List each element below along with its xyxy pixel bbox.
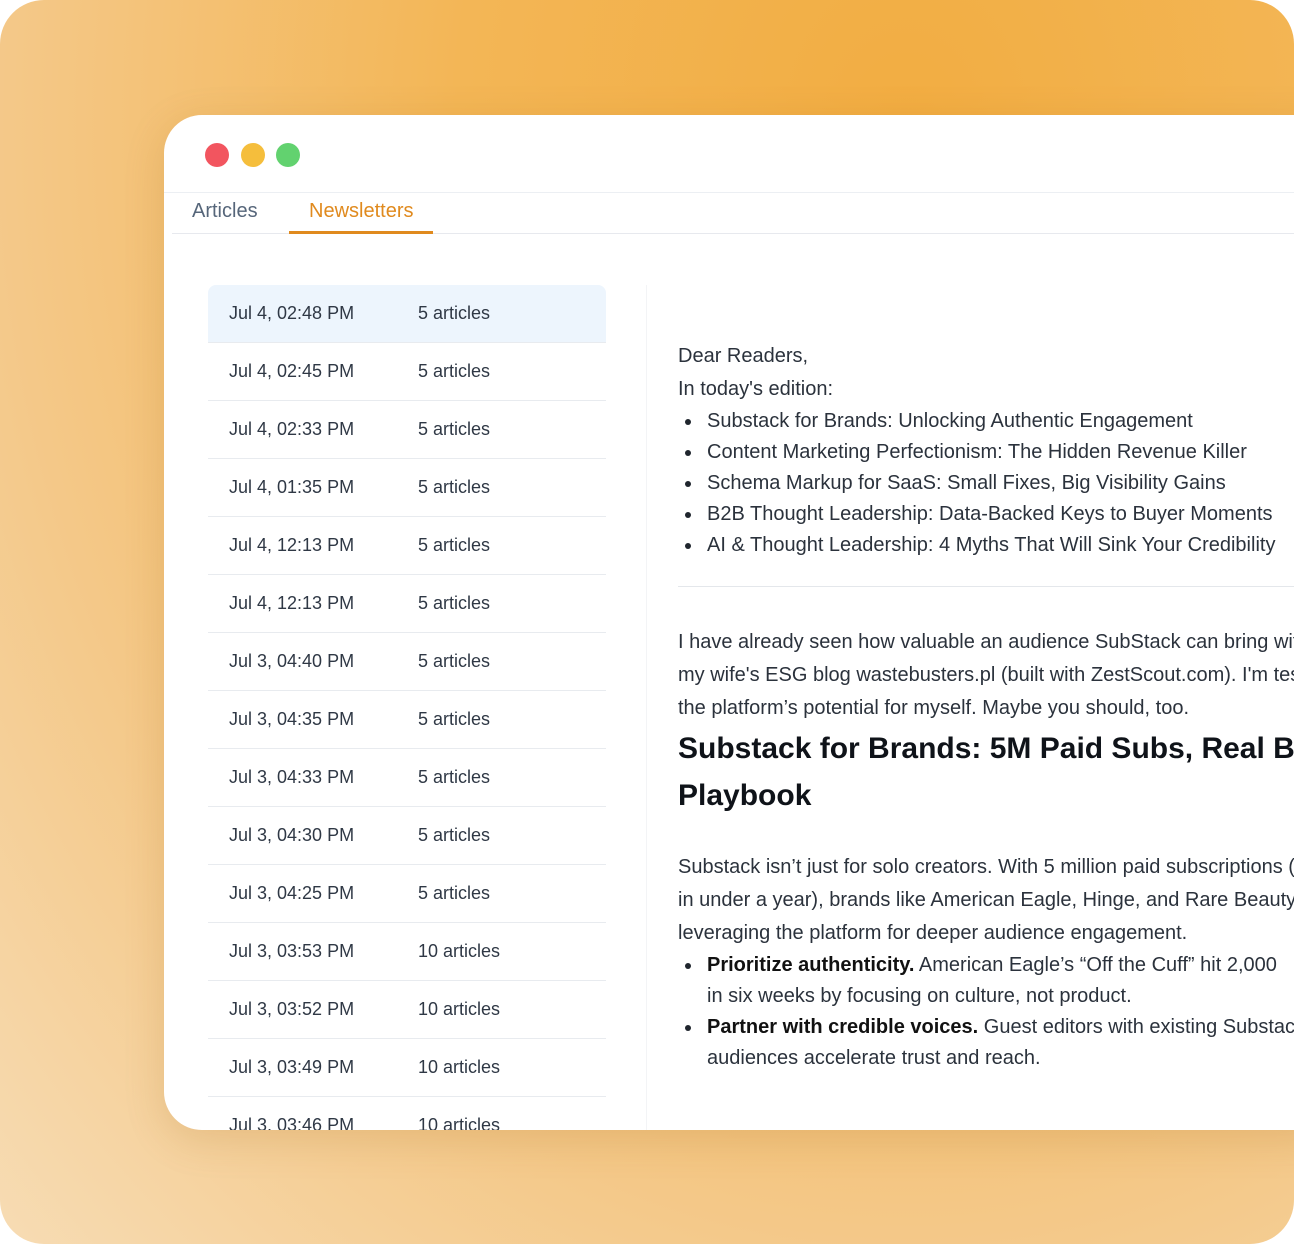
newsletter-date: Jul 3, 04:40 PM: [229, 651, 355, 671]
newsletter-date: Jul 4, 01:35 PM: [229, 477, 355, 497]
newsletter-row[interactable]: Jul 3, 04:30 PM 5 articles: [208, 807, 606, 865]
table-of-contents: Substack for Brands: Unlocking Authentic…: [678, 406, 1294, 561]
newsletter-article-count: 5 articles: [418, 303, 491, 323]
newsletter-article-count: 10 articles: [418, 941, 501, 961]
heading-line: Substack for Brands: 5M Paid Subs, Real …: [678, 732, 1294, 765]
toc-item: Content Marketing Perfectionism: The Hid…: [678, 437, 1294, 468]
newsletter-row[interactable]: Jul 4, 02:48 PM 5 articles: [208, 285, 606, 343]
intro-line: my wife's ESG blog wastebusters.pl (buil…: [678, 664, 1294, 686]
intro-line: the platform’s potential for myself. May…: [678, 697, 1190, 719]
newsletter-row[interactable]: Jul 4, 02:33 PM 5 articles: [208, 401, 606, 459]
newsletter-article-count: 5 articles: [418, 361, 491, 381]
newsletter-date: Jul 3, 04:35 PM: [229, 709, 355, 729]
tip-text: Guest editors with existing Substack: [978, 1016, 1294, 1038]
newsletter-date: Jul 3, 03:53 PM: [229, 941, 355, 961]
toc-item: B2B Thought Leadership: Data-Backed Keys…: [678, 499, 1294, 530]
heading-line: Playbook: [678, 779, 812, 812]
newsletter-article-count: 5 articles: [418, 593, 491, 613]
newsletter-row[interactable]: Jul 3, 03:52 PM 10 articles: [208, 981, 606, 1039]
newsletter-article-count: 5 articles: [418, 535, 491, 555]
gradient-backdrop: Articles Newsletters Jul 4, 02:48 PM 5 ar…: [0, 0, 1294, 1244]
tip-text-continued: audiences accelerate trust and reach.: [707, 1047, 1041, 1069]
greeting-line: Dear Readers,: [678, 345, 809, 367]
close-window-button[interactable]: [205, 143, 229, 167]
newsletter-article-count: 5 articles: [418, 767, 491, 787]
newsletter-content: Dear Readers, In today's edition: Substa…: [678, 340, 1294, 1074]
newsletter-date: Jul 4, 12:13 PM: [229, 593, 355, 613]
tab-bar: Articles Newsletters: [172, 193, 1294, 234]
tab-articles[interactable]: Articles: [172, 193, 278, 234]
newsletter-article-count: 5 articles: [418, 883, 491, 903]
toc-item: Schema Markup for SaaS: Small Fixes, Big…: [678, 468, 1294, 499]
edition-intro: In today's edition:: [678, 378, 834, 400]
tips-list: Prioritize authenticity. American Eagle’…: [678, 950, 1294, 1074]
newsletter-date: Jul 3, 04:25 PM: [229, 883, 355, 903]
article-paragraph: Substack isn’t just for solo creators. W…: [678, 851, 1294, 950]
newsletter-article-count: 5 articles: [418, 419, 491, 439]
newsletter-article-count: 5 articles: [418, 477, 491, 497]
tip-text: American Eagle’s “Off the Cuff” hit 2,00…: [914, 954, 1277, 976]
newsletter-article-count: 10 articles: [418, 1057, 501, 1077]
newsletter-article-count: 5 articles: [418, 825, 491, 845]
newsletter-date: Jul 3, 03:49 PM: [229, 1057, 355, 1077]
toc-item: AI & Thought Leadership: 4 Myths That Wi…: [678, 530, 1294, 561]
newsletter-row[interactable]: Jul 3, 03:46 PM 10 articles: [208, 1097, 606, 1130]
newsletter-row[interactable]: Jul 3, 04:35 PM 5 articles: [208, 691, 606, 749]
section-divider: [678, 586, 1294, 587]
article-heading: Substack for Brands: 5M Paid Subs, Real …: [678, 725, 1294, 819]
intro-line: I have already seen how valuable an audi…: [678, 631, 1294, 653]
pane-divider: [646, 285, 647, 1130]
intro-paragraph: I have already seen how valuable an audi…: [678, 626, 1294, 725]
paragraph-line: Substack isn’t just for solo creators. W…: [678, 856, 1294, 878]
newsletter-date: Jul 4, 02:33 PM: [229, 419, 355, 439]
newsletter-row[interactable]: Jul 3, 03:49 PM 10 articles: [208, 1039, 606, 1097]
newsletter-row[interactable]: Jul 3, 04:40 PM 5 articles: [208, 633, 606, 691]
newsletter-article-count: 10 articles: [418, 999, 501, 1019]
newsletter-date: Jul 4, 12:13 PM: [229, 535, 355, 555]
newsletter-date: Jul 4, 02:45 PM: [229, 361, 355, 381]
minimize-window-button[interactable]: [241, 143, 265, 167]
newsletter-row[interactable]: Jul 3, 03:53 PM 10 articles: [208, 923, 606, 981]
app-window: Articles Newsletters Jul 4, 02:48 PM 5 ar…: [164, 115, 1294, 1130]
newsletter-date: Jul 3, 04:33 PM: [229, 767, 355, 787]
newsletter-row[interactable]: Jul 4, 01:35 PM 5 articles: [208, 459, 606, 517]
newsletter-list: Jul 4, 02:48 PM 5 articles Jul 4, 02:45 PM…: [208, 285, 606, 1130]
tab-newsletters[interactable]: Newsletters: [289, 193, 434, 234]
newsletter-date: Jul 3, 04:30 PM: [229, 825, 355, 845]
newsletter-row[interactable]: Jul 3, 04:33 PM 5 articles: [208, 749, 606, 807]
paragraph-line: leveraging the platform for deeper audie…: [678, 922, 1188, 944]
tip-bold: Partner with credible voices.: [707, 1016, 979, 1038]
title-bar: [164, 115, 1294, 193]
newsletter-article-count: 10 articles: [418, 1115, 501, 1130]
paragraph-line: in under a year), brands like American E…: [678, 889, 1294, 911]
tip-item: Partner with credible voices. Guest edit…: [678, 1012, 1294, 1074]
maximize-window-button[interactable]: [276, 143, 300, 167]
newsletter-article-count: 5 articles: [418, 709, 491, 729]
toc-item: Substack for Brands: Unlocking Authentic…: [678, 406, 1294, 437]
tip-item: Prioritize authenticity. American Eagle’…: [678, 950, 1294, 1012]
tip-text-continued: in six weeks by focusing on culture, not…: [707, 985, 1132, 1007]
newsletter-row[interactable]: Jul 4, 12:13 PM 5 articles: [208, 575, 606, 633]
newsletter-article-count: 5 articles: [418, 651, 491, 671]
newsletter-date: Jul 3, 03:52 PM: [229, 999, 355, 1019]
tip-bold: Prioritize authenticity.: [707, 954, 915, 976]
newsletter-row[interactable]: Jul 3, 04:25 PM 5 articles: [208, 865, 606, 923]
newsletter-date: Jul 3, 03:46 PM: [229, 1115, 355, 1130]
newsletter-date: Jul 4, 02:48 PM: [229, 303, 355, 323]
newsletter-row[interactable]: Jul 4, 12:13 PM 5 articles: [208, 517, 606, 575]
newsletter-row[interactable]: Jul 4, 02:45 PM 5 articles: [208, 343, 606, 401]
